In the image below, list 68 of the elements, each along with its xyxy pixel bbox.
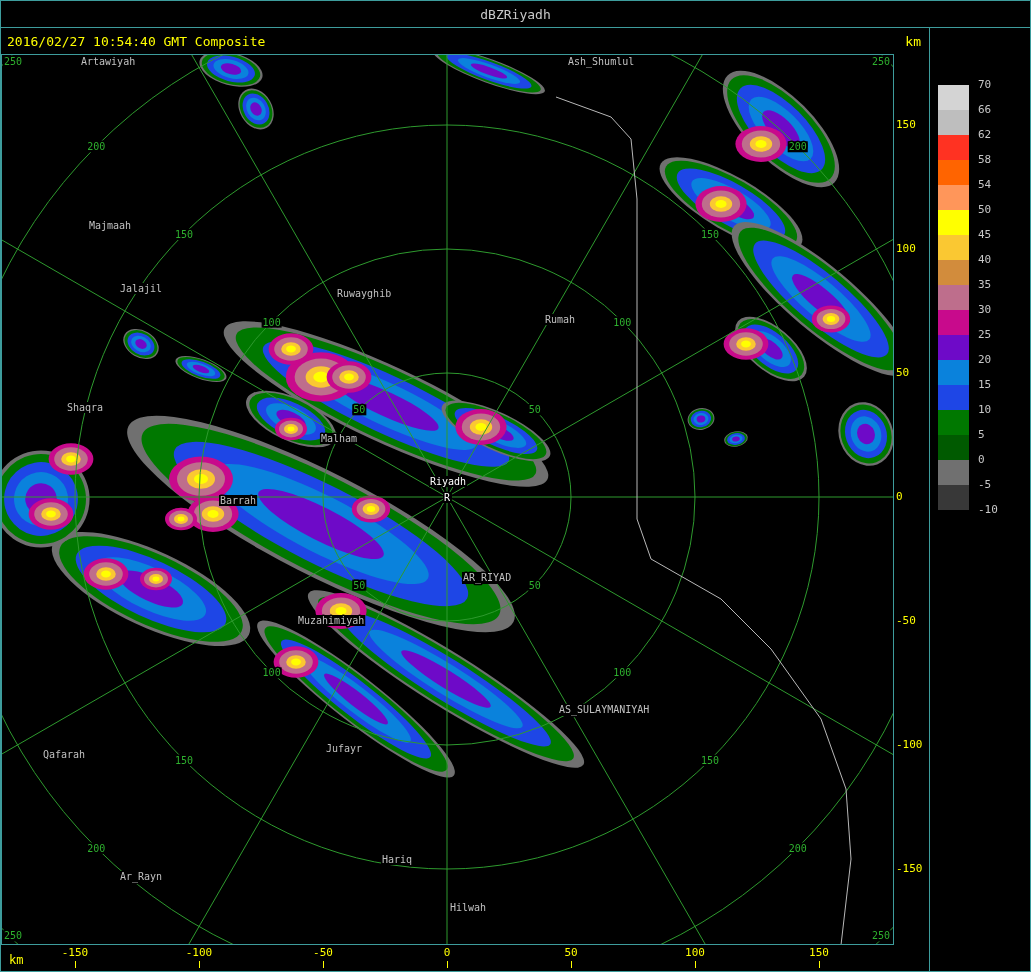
legend-label: 5 — [978, 428, 986, 443]
legend-label: 70 — [978, 78, 993, 93]
city-label: Barrah — [220, 495, 257, 506]
city-label: Muzahimiyah — [298, 615, 365, 626]
legend-label: 58 — [978, 153, 993, 168]
legend-label: 62 — [978, 128, 993, 143]
unit-label: km — [905, 33, 921, 49]
window-title: dBZRiyadh — [480, 6, 551, 22]
legend-label: 20 — [978, 353, 993, 368]
range-label: 50 — [353, 404, 366, 416]
unit-label: km — [9, 953, 24, 967]
city-label: Jalajil — [120, 283, 163, 294]
axis-tick-label: 50 — [896, 366, 910, 380]
axis-tick-label: -150 — [896, 862, 923, 876]
city-label: Ar_Rayn — [120, 871, 163, 882]
city-label: Ash_Shumlul — [568, 56, 635, 67]
range-label: 250 — [871, 56, 891, 67]
legend-label: 30 — [978, 303, 993, 318]
range-label: 150 — [701, 228, 720, 240]
city-label: Hariq — [382, 854, 413, 865]
axis-tick-label: 100 — [896, 242, 916, 256]
city-label: AR_RIYAD — [463, 572, 512, 583]
range-label: 200 — [788, 842, 807, 854]
range-label: 250 — [871, 930, 891, 942]
legend-label: 10 — [978, 403, 993, 418]
city-label: Jufayr — [326, 743, 363, 754]
city-label: Ruwayghib — [337, 288, 392, 299]
city-label: Artawiyah — [81, 56, 136, 67]
axis-tick-label: 0 — [896, 490, 903, 504]
legend-label: 25 — [978, 328, 993, 343]
range-label: 250 — [3, 930, 23, 942]
range-label: 200 — [87, 141, 106, 153]
city-label: Qafarah — [43, 749, 86, 760]
range-label: 50 — [528, 579, 541, 591]
city-label: Hilwah — [450, 902, 487, 913]
legend-label: 50 — [978, 203, 993, 218]
city-label: Majmaah — [89, 220, 132, 231]
legend-label: 45 — [978, 228, 993, 243]
city-label: Rumah — [545, 314, 576, 325]
city-label: AS_SULAYMANIYAH — [559, 704, 650, 715]
legend-label: 35 — [978, 278, 993, 293]
axis-tick-label: 150 — [896, 118, 916, 132]
legend-label: 40 — [978, 253, 993, 268]
axis-tick-label: -100 — [896, 738, 923, 752]
range-label: 50 — [353, 579, 366, 591]
legend-label: 15 — [978, 378, 993, 393]
range-label: 200 — [87, 842, 106, 854]
legend-label: 66 — [978, 103, 993, 118]
range-label: 200 — [788, 141, 807, 153]
site-marker: R — [444, 492, 450, 503]
range-label: 100 — [613, 316, 632, 328]
range-label: 100 — [262, 667, 281, 679]
legend-label: -5 — [978, 478, 993, 493]
range-label: 150 — [701, 755, 720, 767]
city-label: Riyadh — [430, 476, 467, 487]
range-label: 50 — [528, 404, 541, 416]
city-label: Shaqra — [67, 402, 104, 413]
axis-tick-label: -50 — [896, 614, 916, 628]
range-label: 150 — [174, 228, 193, 240]
range-label: 250 — [3, 56, 23, 67]
legend-label: -10 — [978, 503, 998, 518]
timestamp-label: 2016/02/27 10:54:40 GMT Composite — [7, 33, 266, 49]
range-label: 100 — [262, 316, 281, 328]
legend-label: 54 — [978, 178, 993, 193]
range-label: 100 — [613, 667, 632, 679]
legend-label: 0 — [978, 453, 986, 468]
city-label: Malham — [321, 433, 358, 444]
range-label: 150 — [174, 755, 193, 767]
